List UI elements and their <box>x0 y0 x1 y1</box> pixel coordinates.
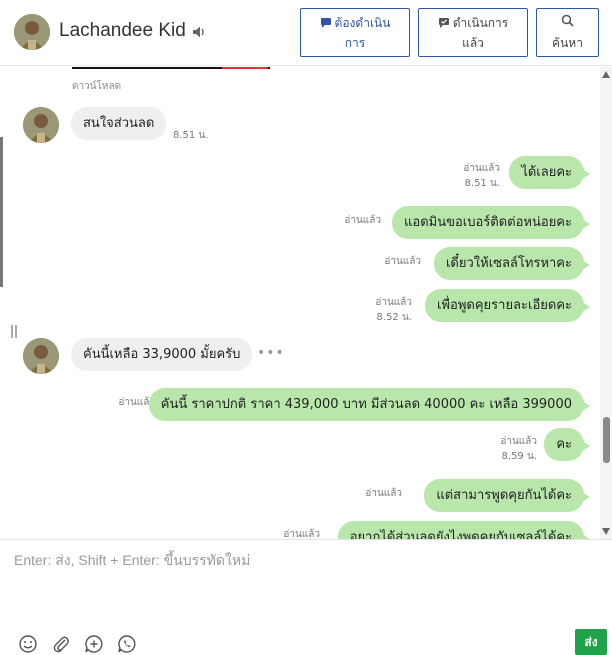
message-list[interactable]: ดาวน์โหลด สนใจส่วนลด 8.51 น. อ่านแล้ว 8.… <box>0 67 598 539</box>
message-time: 8.51 น. <box>173 130 209 141</box>
message-bubble-outgoing[interactable]: อยากได้ส่วนลดยังไงพูดคุยกับเซลล์ได้คะ <box>337 521 591 539</box>
message-meta: อ่านแล้ว 8.59 น. <box>500 434 537 464</box>
read-status: อ่านแล้ว <box>463 163 500 174</box>
media-preview-badge <box>222 67 268 69</box>
send-button[interactable]: ส่ง <box>575 629 607 655</box>
sender-avatar[interactable] <box>23 338 59 374</box>
read-status: อ่านแล้ว <box>344 215 381 226</box>
read-status: อ่านแล้ว <box>283 529 320 539</box>
scroll-thumb[interactable] <box>603 417 610 463</box>
done-label-line2: แล้ว <box>462 36 484 50</box>
message-bubble-outgoing[interactable]: คันนี้ ราคาปกติ ราคา 439,000 บาท มีส่วนล… <box>148 388 591 421</box>
message-meta: อ่านแล้ว 8.52 น. <box>375 295 412 325</box>
read-status: อ่านแล้ว <box>500 436 537 447</box>
chat-bubble-icon <box>320 18 331 28</box>
read-status: อ่านแล้ว <box>365 488 402 499</box>
avatar-image <box>23 338 59 374</box>
done-label-line1: ดำเนินการ <box>452 16 509 30</box>
paperclip-icon[interactable] <box>51 634 71 654</box>
avatar-image <box>14 14 50 50</box>
message-bubble-outgoing[interactable]: คะ <box>544 428 590 461</box>
message-time: 8.59 น. <box>501 451 537 462</box>
smile-icon[interactable] <box>18 634 38 654</box>
contact-name[interactable]: Lachandee Kid <box>59 20 186 42</box>
scroll-down-arrow-icon[interactable] <box>602 528 610 535</box>
message-bubble-outgoing[interactable]: เพื่อพูดคุยรายละเอียดคะ <box>425 289 590 322</box>
message-bubble-outgoing[interactable]: เดี๋ยวให้เซลล์โทรหาคะ <box>433 247 591 280</box>
check-bubble-icon <box>438 18 449 28</box>
panel-resize-handle[interactable] <box>11 325 17 338</box>
left-scroll-indicator <box>0 137 3 287</box>
message-bubble-incoming[interactable]: สนใจส่วนลด <box>71 107 167 140</box>
read-status: อ่านแล้ว <box>384 256 421 267</box>
more-options-icon[interactable]: ••• <box>257 345 285 361</box>
read-status: อ่านแล้ว <box>375 297 412 308</box>
download-link[interactable]: ดาวน์โหลด <box>72 79 121 94</box>
message-input[interactable] <box>14 550 594 620</box>
message-time: 8.51 น. <box>464 178 500 189</box>
todo-label-line1: ต้องดำเนิน <box>334 16 391 30</box>
message-bubble-outgoing[interactable]: ได้เลยคะ <box>509 156 590 189</box>
message-composer: ส่ง <box>0 539 612 655</box>
message-meta: อ่านแล้ว 8.51 น. <box>463 161 500 191</box>
search-button[interactable]: ค้นหา <box>536 8 599 57</box>
phone-bubble-icon[interactable] <box>117 634 137 654</box>
search-label: ค้นหา <box>552 36 583 50</box>
message-time: 8.52 น. <box>376 312 412 323</box>
message-scrollbar[interactable] <box>600 67 612 539</box>
scroll-up-arrow-icon[interactable] <box>602 71 610 78</box>
message-bubble-outgoing[interactable]: แอดมินขอเบอร์ติดต่อหน่อยคะ <box>392 206 590 239</box>
todo-button[interactable]: ต้องดำเนิน การ <box>300 8 410 57</box>
search-icon <box>561 14 574 27</box>
avatar-image <box>23 107 59 143</box>
sender-avatar[interactable] <box>23 107 59 143</box>
done-button[interactable]: ดำเนินการ แล้ว <box>418 8 528 57</box>
contact-avatar[interactable] <box>14 14 50 50</box>
message-bubble-outgoing[interactable]: แต่สามารพูดคุยกันได้คะ <box>424 479 590 512</box>
message-bubble-incoming[interactable]: คันนี้เหลือ 33,9000 มั้ยครับ <box>71 338 253 371</box>
todo-label-line2: การ <box>344 36 366 50</box>
chat-header: Lachandee Kid ต้องดำเนิน การ ดำเนินการ แ… <box>0 0 612 66</box>
speaker-icon[interactable] <box>191 24 207 40</box>
plus-bubble-icon[interactable] <box>84 634 104 654</box>
